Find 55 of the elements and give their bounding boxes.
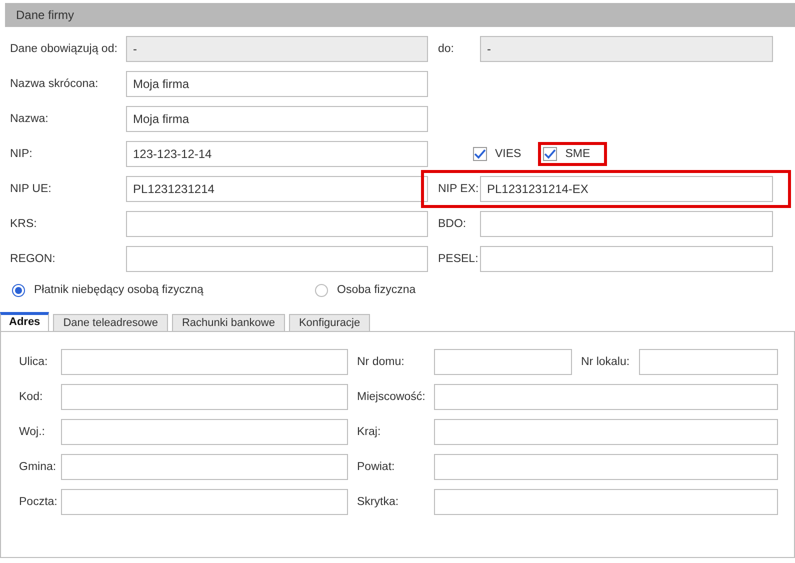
text-field[interactable]: [434, 349, 572, 375]
text-field[interactable]: [480, 211, 773, 237]
radio-button[interactable]: [12, 284, 25, 296]
field-label: BDO:: [437, 218, 468, 230]
text-field[interactable]: [434, 384, 778, 410]
field-label: NIP EX:: [437, 182, 480, 196]
text-field[interactable]: [61, 384, 348, 410]
checkbox-label: SME: [565, 148, 590, 160]
text-field[interactable]: PL1231231214-EX: [480, 176, 773, 202]
radio-label: Osoba fizyczna: [337, 284, 416, 296]
field-label: NIP:: [10, 148, 34, 160]
text-field[interactable]: PL1231231214: [126, 176, 428, 202]
field-label: Nazwa skrócona:: [10, 78, 100, 90]
text-field[interactable]: [434, 489, 778, 515]
checkbox-label: VIES: [495, 148, 522, 160]
tab[interactable]: Rachunki bankowe: [172, 314, 285, 331]
text-field[interactable]: [434, 419, 778, 445]
field-label: PESEL:: [437, 252, 480, 266]
field-label: Poczta:: [18, 496, 58, 508]
tab[interactable]: Adres: [0, 312, 50, 331]
text-field[interactable]: [61, 454, 348, 480]
text-field[interactable]: 123-123-12-14: [126, 141, 428, 167]
field-label: Kod:: [18, 390, 44, 404]
text-field[interactable]: Moja firma: [126, 106, 428, 132]
field-label: Kraj:: [356, 426, 382, 438]
field-label: KRS:: [10, 218, 38, 230]
radio-label: Płatnik niebędący osobą fizyczną: [34, 284, 204, 296]
field-label: Powiat:: [356, 460, 396, 474]
field-label: Dane obowiązują od:: [10, 42, 118, 56]
tab[interactable]: Dane teleadresowe: [53, 314, 168, 331]
text-field[interactable]: [434, 454, 778, 480]
text-field[interactable]: [126, 246, 428, 272]
field-label: Skrytka:: [356, 496, 400, 508]
field-label: Woj.:: [18, 426, 46, 438]
checkbox[interactable]: [543, 147, 558, 161]
field-label: do:: [437, 42, 455, 56]
radio-button[interactable]: [315, 284, 328, 296]
field-label: Gmina:: [18, 460, 58, 474]
text-field[interactable]: [61, 349, 348, 375]
text-field[interactable]: [61, 489, 348, 515]
field-label: NIP UE:: [10, 182, 52, 196]
field-label: Miejscowość:: [356, 390, 426, 404]
field-label: Ulica:: [18, 356, 49, 368]
text-field[interactable]: [126, 211, 428, 237]
checkbox[interactable]: [473, 147, 487, 161]
field-label: Nr lokalu:: [580, 356, 631, 368]
tab[interactable]: Konfiguracje: [288, 314, 370, 331]
text-field[interactable]: [61, 419, 348, 445]
text-field[interactable]: Moja firma: [126, 71, 428, 97]
field-label: Nr domu:: [356, 356, 406, 368]
section-header: Dane firmy: [5, 3, 795, 27]
text-field[interactable]: [639, 349, 778, 375]
field-label: REGON:: [10, 252, 56, 266]
text-field[interactable]: [480, 246, 773, 272]
field-label: Nazwa:: [10, 112, 50, 126]
